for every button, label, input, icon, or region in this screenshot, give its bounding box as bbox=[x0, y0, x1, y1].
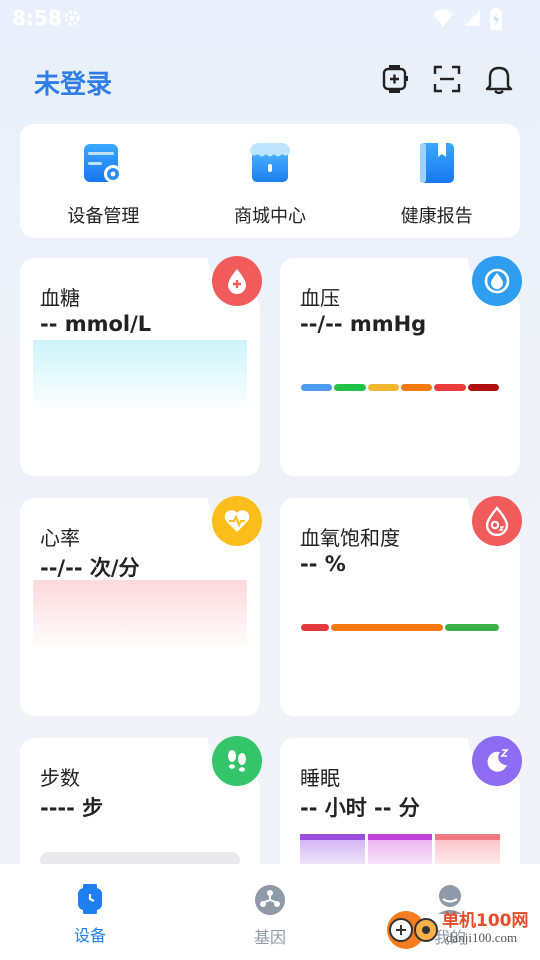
heart-rate-value: --/-- 次/分 bbox=[40, 556, 140, 580]
watermark-brand: 单机100网 bbox=[442, 911, 529, 931]
card-steps[interactable]: 步数 ---- 步 bbox=[20, 736, 262, 878]
heart-pulse-icon bbox=[212, 496, 262, 546]
blood-sugar-chart-area bbox=[33, 340, 247, 412]
card-blood-sugar[interactable]: 血糖 -- mmol/L bbox=[20, 256, 262, 476]
spo2-level-segment bbox=[331, 624, 443, 631]
app-header: 未登录 bbox=[0, 58, 540, 106]
blood-sugar-value: -- mmol/L bbox=[40, 312, 152, 336]
heart-rate-chart-area bbox=[33, 580, 247, 652]
site-watermark: 单机100网 danji100.com bbox=[384, 904, 534, 952]
moon-sleep-icon bbox=[472, 736, 522, 786]
scan-icon[interactable] bbox=[432, 64, 462, 94]
spo2-title: 血氧饱和度 bbox=[300, 526, 400, 550]
tab-gene-label: 基因 bbox=[253, 928, 286, 947]
battery-icon bbox=[490, 8, 502, 34]
watch-icon bbox=[77, 884, 103, 918]
sleep-value: -- 小时 -- 分 bbox=[300, 796, 420, 820]
blood-drop-plus-icon bbox=[212, 256, 262, 306]
bp-level-segment bbox=[400, 384, 433, 391]
spo2-level-segment bbox=[445, 624, 499, 631]
heart-rate-title: 心率 bbox=[40, 526, 80, 550]
oxygen-drop-icon bbox=[472, 496, 522, 546]
signal-icon bbox=[462, 8, 482, 34]
quick-device-manage-label: 设备管理 bbox=[67, 206, 140, 227]
sleep-title: 睡眠 bbox=[300, 766, 340, 790]
blood-pressure-value: --/-- mmHg bbox=[300, 312, 427, 336]
bp-level-segment bbox=[434, 384, 466, 391]
card-blood-pressure[interactable]: 血压 --/-- mmHg bbox=[280, 256, 522, 476]
quick-shop-center-label: 商城中心 bbox=[234, 206, 306, 227]
shop-icon bbox=[247, 140, 293, 190]
quick-health-report[interactable]: 健康报告 bbox=[353, 124, 520, 238]
spo2-level-bar bbox=[301, 624, 499, 631]
tab-device-label: 设备 bbox=[73, 926, 106, 945]
blood-pressure-drop-icon bbox=[472, 256, 522, 306]
blood-pressure-level-bar bbox=[301, 384, 499, 391]
tab-gene[interactable]: 基因 bbox=[180, 864, 360, 960]
spo2-level-segment bbox=[301, 624, 329, 631]
blood-pressure-title: 血压 bbox=[300, 286, 340, 310]
bp-level-segment bbox=[367, 384, 399, 391]
wifi-icon bbox=[432, 8, 454, 34]
report-book-icon bbox=[414, 140, 460, 190]
steps-title: 步数 bbox=[40, 766, 80, 790]
quick-health-report-label: 健康报告 bbox=[400, 206, 473, 227]
bell-icon[interactable] bbox=[484, 64, 514, 94]
settings-gear-icon bbox=[62, 8, 82, 32]
card-spo2[interactable]: 血氧饱和度 -- % bbox=[280, 496, 522, 716]
spo2-value: -- % bbox=[300, 552, 346, 576]
gene-molecule-icon bbox=[254, 884, 286, 920]
bp-level-segment bbox=[334, 384, 366, 391]
bp-level-segment bbox=[301, 384, 333, 391]
login-status-title[interactable]: 未登录 bbox=[34, 64, 112, 101]
status-time: 8:58 bbox=[12, 6, 62, 30]
add-watch-icon[interactable] bbox=[380, 64, 410, 94]
status-bar: 8:58 bbox=[0, 0, 540, 36]
quick-actions-card: 设备管理 商城中心 健康报告 bbox=[20, 124, 520, 238]
bp-level-segment bbox=[467, 384, 499, 391]
steps-value: ---- 步 bbox=[40, 796, 104, 820]
tab-device[interactable]: 设备 bbox=[0, 864, 180, 960]
card-sleep[interactable]: 睡眠 -- 小时 -- 分 bbox=[280, 736, 522, 878]
quick-shop-center[interactable]: 商城中心 bbox=[187, 124, 354, 238]
device-manage-icon bbox=[80, 140, 126, 190]
watermark-url: danji100.com bbox=[446, 930, 518, 945]
quick-device-manage[interactable]: 设备管理 bbox=[20, 124, 187, 238]
blood-sugar-title: 血糖 bbox=[40, 286, 80, 310]
footprints-icon bbox=[212, 736, 262, 786]
card-heart-rate[interactable]: 心率 --/-- 次/分 bbox=[20, 496, 262, 716]
